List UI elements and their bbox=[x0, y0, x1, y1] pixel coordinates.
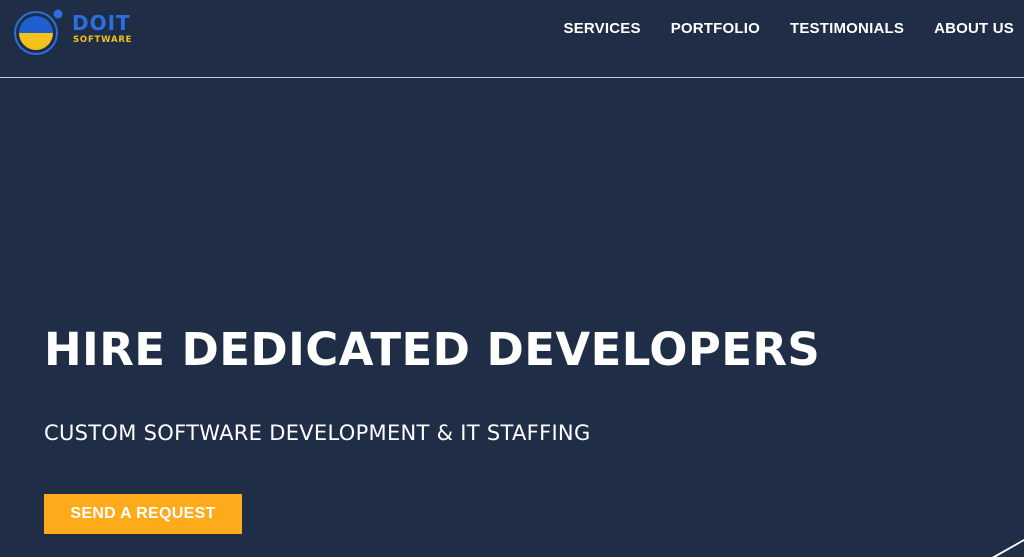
nav-portfolio[interactable]: PORTFOLIO bbox=[671, 20, 760, 38]
nav-services[interactable]: SERVICES bbox=[564, 20, 641, 38]
logo-subtitle: SOFTWARE bbox=[73, 35, 133, 45]
site-header: DOIT SOFTWARE SERVICES PORTFOLIO TESTIMO… bbox=[0, 0, 1024, 78]
hero-title: HIRE DEDICATED DEVELOPERS bbox=[44, 323, 821, 376]
logo-link[interactable]: DOIT SOFTWARE bbox=[12, 4, 142, 55]
nav-testimonials[interactable]: TESTIMONIALS bbox=[790, 20, 904, 38]
hero-subtitle: CUSTOM SOFTWARE DEVELOPMENT & IT STAFFIN… bbox=[44, 421, 591, 445]
decorative-corner-shape bbox=[992, 539, 1024, 557]
send-request-button[interactable]: SEND A REQUEST bbox=[44, 494, 242, 534]
main-nav: SERVICES PORTFOLIO TESTIMONIALS ABOUT US bbox=[564, 20, 1015, 38]
logo-wordmark: DOIT bbox=[72, 11, 131, 35]
ukraine-flag-globe-icon bbox=[14, 9, 63, 55]
page: DOIT SOFTWARE SERVICES PORTFOLIO TESTIMO… bbox=[0, 0, 1024, 557]
nav-about-us[interactable]: ABOUT US bbox=[934, 20, 1014, 38]
